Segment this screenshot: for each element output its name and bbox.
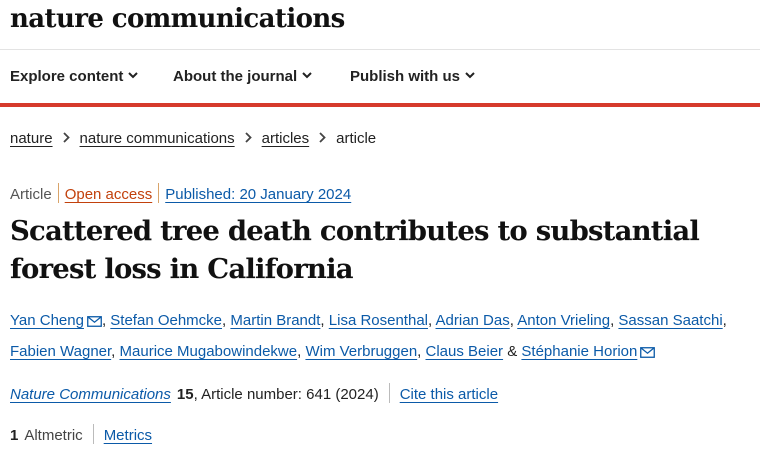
breadcrumb-articles[interactable]: articles	[262, 130, 310, 147]
author-link[interactable]: Stefan Oehmcke	[110, 312, 222, 329]
chevron-right-icon	[319, 132, 326, 143]
mail-icon[interactable]	[87, 308, 102, 337]
nav-publish-with-us[interactable]: Publish with us	[350, 50, 475, 103]
article-number: , Article number: 641 (2024)	[193, 386, 379, 403]
author-link[interactable]: Adrian Das	[436, 312, 510, 329]
author-link[interactable]: Lisa Rosenthal	[329, 312, 428, 329]
author-link[interactable]: Martin Brandt	[230, 312, 320, 329]
author-separator: ,	[722, 312, 727, 329]
metrics-bar: 1 Altmetric Metrics	[10, 424, 152, 445]
author-link[interactable]: Wim Verbruggen	[305, 343, 417, 360]
author-final-separator: &	[507, 343, 518, 360]
author-link[interactable]: Maurice Mugabowindekwe	[120, 343, 298, 360]
mail-icon[interactable]	[640, 339, 656, 368]
author-separator: ,	[417, 343, 426, 360]
author-link[interactable]: Yan Cheng	[10, 312, 84, 329]
chevron-right-icon	[244, 132, 252, 143]
author-separator: ,	[111, 343, 120, 360]
divider	[158, 183, 160, 204]
brand-bar: nature communications	[0, 0, 760, 50]
author-list: Yan Cheng, Stefan Oehmcke, Martin Brandt…	[10, 306, 755, 368]
chevron-down-icon	[128, 72, 139, 79]
open-access-link[interactable]: Open access	[65, 186, 153, 203]
divider	[92, 424, 94, 445]
nav-label: Explore content	[10, 68, 124, 85]
journal-link[interactable]: Nature Communications	[10, 386, 171, 403]
author-link[interactable]: Anton Vrieling	[517, 312, 610, 329]
article-meta: Article Open access Published: 20 January …	[10, 183, 351, 204]
chevron-down-icon	[302, 72, 312, 79]
volume: 15	[176, 386, 194, 403]
citation: Nature Communications 15, Article number:…	[10, 383, 498, 404]
altmetric-score: 1	[10, 427, 19, 444]
metrics-link[interactable]: Metrics	[104, 427, 152, 444]
altmetric-label: Altmetric	[24, 427, 83, 444]
breadcrumb-nature-communications[interactable]: nature communications	[80, 130, 235, 147]
author-link[interactable]: Stéphanie Horion	[521, 343, 637, 360]
nav-about-the-journal[interactable]: About the journal	[173, 50, 312, 103]
nav-explore-content[interactable]: Explore content	[10, 50, 139, 103]
published-date-link[interactable]: Published: 20 January 2024	[165, 186, 351, 203]
article-title: Scattered tree death contributes to subs…	[10, 215, 700, 285]
main-nav: Explore content About the journal Publis…	[0, 50, 760, 107]
article-type: Article	[10, 186, 52, 203]
breadcrumb-nature[interactable]: nature	[10, 130, 53, 147]
chevron-right-icon	[62, 132, 70, 143]
cite-this-article-link[interactable]: Cite this article	[400, 386, 498, 403]
author-link[interactable]: Sassan Saatchi	[618, 312, 722, 329]
author-link[interactable]: Fabien Wagner	[10, 343, 111, 360]
author-separator: ,	[320, 312, 329, 329]
nav-label: Publish with us	[350, 68, 461, 85]
breadcrumb: nature nature communications articles artic…	[10, 130, 376, 147]
chevron-down-icon	[465, 72, 475, 79]
author-separator: ,	[428, 312, 436, 329]
site-logo[interactable]: nature communications	[10, 0, 345, 38]
divider	[57, 183, 59, 204]
nav-label: About the journal	[173, 68, 298, 85]
author-link[interactable]: Claus Beier	[426, 343, 504, 360]
breadcrumb-current: article	[336, 130, 377, 147]
divider	[388, 383, 390, 404]
